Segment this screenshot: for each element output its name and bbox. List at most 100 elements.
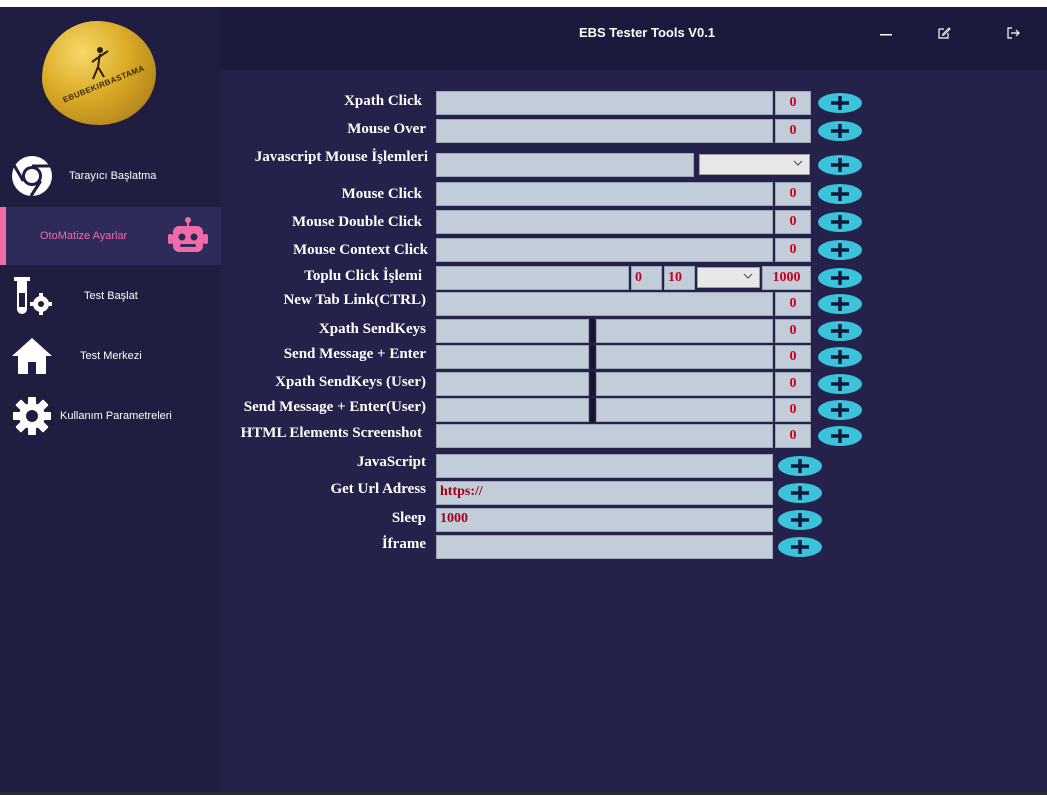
new-tab-link-label: New Tab Link(CTRL) (283, 292, 426, 308)
form-row-label: Get Url Adress (221, 481, 428, 507)
xpath-click-input[interactable] (436, 91, 773, 115)
gear-icon (10, 394, 54, 438)
add-xpath-sendkeys-user-button[interactable] (817, 373, 863, 395)
add-xpath-sendkeys-button[interactable] (817, 320, 863, 342)
field-divider (590, 398, 595, 422)
html-elements-screenshot-label: HTML Elements Screenshot (240, 425, 422, 441)
mouse-click-count[interactable]: 0 (775, 182, 811, 206)
chrome-icon (10, 154, 54, 198)
new-tab-link-count[interactable]: 0 (775, 292, 811, 316)
xpath-click-count[interactable]: 0 (775, 91, 811, 115)
html-elements-screenshot-count[interactable]: 0 (775, 424, 811, 448)
new-tab-link-input[interactable] (436, 292, 773, 316)
mouse-double-click-label: Mouse Double Click (291, 214, 422, 230)
sleep-value: 1000 (440, 511, 468, 526)
add-send-message-enter-user-button[interactable] (817, 399, 863, 421)
add-mouse-double-click-button[interactable] (817, 211, 863, 233)
javascript-mouse-select[interactable] (699, 154, 810, 175)
send-message-text-input[interactable] (596, 345, 773, 369)
form-row-label: Mouse Over (221, 121, 428, 147)
url-value: https:// (440, 484, 483, 499)
form-row-label: Mouse Context Click (221, 242, 428, 268)
send-message-enter-user-label: Send Message + Enter(User) (243, 399, 426, 415)
mouse-over-label: Mouse Over (347, 121, 426, 137)
toplu-click-label: Toplu Click İşlemi (304, 268, 422, 284)
add-send-message-enter-button[interactable] (817, 346, 863, 368)
xpath-sendkeys-user-label: Xpath SendKeys (User) (275, 374, 426, 390)
window-title: EBS Tester Tools V0.1 (578, 25, 716, 40)
sidebar-item-tarayici-baslatma[interactable]: Tarayıcı Başlatma (0, 147, 221, 205)
form-row-label: Send Message + Enter(User) (221, 399, 428, 425)
add-mouse-over-button[interactable] (817, 120, 863, 142)
app-window: EBUBEKIRBASTAMA Tarayıcı Başlatma OtoMat… (0, 7, 1047, 795)
field-divider (590, 319, 595, 343)
xpath-sendkeys-label: Xpath SendKeys (318, 321, 426, 337)
sidebar-item-test-baslat[interactable]: Test Başlat (0, 267, 221, 325)
send-message-user-xpath-input[interactable] (436, 398, 589, 422)
get-url-adress-input[interactable]: https:// (436, 481, 773, 505)
send-message-enter-user-count[interactable]: 0 (775, 398, 811, 422)
sidebar-item-label: Tarayıcı Başlatma (69, 170, 157, 182)
toplu-click-input[interactable] (436, 266, 629, 290)
add-html-elements-screenshot-button[interactable] (817, 425, 863, 447)
add-javascript-mouse-button[interactable] (817, 154, 863, 176)
xpath-sendkeys-text-input[interactable] (596, 319, 773, 343)
chevron-down-icon (793, 160, 803, 166)
field-divider (590, 372, 595, 396)
logout-button[interactable] (1002, 23, 1024, 43)
toplu-click-count[interactable]: 1000 (762, 266, 811, 290)
add-javascript-button[interactable] (777, 455, 823, 477)
mouse-over-count[interactable]: 0 (775, 119, 811, 143)
chevron-down-icon (743, 273, 753, 279)
send-message-enter-label: Send Message + Enter (283, 346, 426, 362)
form-row-label: Mouse Click (221, 186, 428, 212)
sidebar-item-test-merkezi[interactable]: Test Merkezi (0, 327, 221, 385)
toplu-click-select[interactable] (697, 267, 760, 288)
get-url-adress-label: Get Url Adress (330, 481, 426, 497)
javascript-mouse-label: Javascript Mouse İşlemleri (254, 149, 428, 165)
edit-button[interactable] (933, 23, 955, 43)
xpath-sendkeys-count[interactable]: 0 (775, 319, 811, 343)
add-iframe-button[interactable] (777, 536, 823, 558)
add-new-tab-link-button[interactable] (817, 293, 863, 315)
toplu-click-step[interactable]: 10 (664, 266, 695, 290)
send-message-xpath-input[interactable] (436, 345, 589, 369)
form-row-label: JavaScript (221, 454, 428, 480)
xpath-sendkeys-user-text-input[interactable] (596, 372, 773, 396)
mouse-click-input[interactable] (436, 182, 773, 206)
sleep-input[interactable]: 1000 (436, 508, 773, 532)
mouse-over-input[interactable] (436, 119, 773, 143)
add-xpath-click-button[interactable] (817, 92, 863, 114)
add-mouse-click-button[interactable] (817, 183, 863, 205)
sidebar-item-otomatize-ayarlar[interactable]: OtoMatize Ayarlar (0, 207, 221, 265)
mouse-context-click-input[interactable] (436, 238, 773, 262)
toplu-click-start[interactable]: 0 (631, 266, 662, 290)
form-row-label: İframe (221, 536, 428, 562)
mouse-click-label: Mouse Click (341, 186, 422, 202)
send-message-enter-count[interactable]: 0 (775, 345, 811, 369)
mouse-double-click-input[interactable] (436, 210, 773, 234)
javascript-input[interactable] (436, 454, 773, 478)
iframe-label: İframe (381, 536, 426, 552)
add-sleep-button[interactable] (777, 509, 823, 531)
add-mouse-context-click-button[interactable] (817, 239, 863, 261)
add-get-url-button[interactable] (777, 482, 823, 504)
minimize-button[interactable] (875, 23, 897, 43)
sidebar-item-kullanim-parametreleri[interactable]: Kullanım Parametreleri (0, 387, 221, 445)
lab-gear-icon (10, 274, 54, 318)
mouse-context-click-count[interactable]: 0 (775, 238, 811, 262)
xpath-sendkeys-user-count[interactable]: 0 (775, 372, 811, 396)
javascript-mouse-input[interactable] (436, 153, 694, 177)
xpath-sendkeys-user-xpath-input[interactable] (436, 372, 589, 396)
xpath-sendkeys-xpath-input[interactable] (436, 319, 589, 343)
iframe-input[interactable] (436, 535, 773, 559)
form-row-label: Xpath SendKeys (User) (221, 374, 428, 400)
edit-icon (938, 27, 951, 39)
xpath-click-label: Xpath Click (344, 93, 422, 109)
html-elements-screenshot-input[interactable] (436, 424, 773, 448)
mouse-double-click-count[interactable]: 0 (775, 210, 811, 234)
form-row-label: New Tab Link(CTRL) (221, 292, 428, 318)
send-message-user-text-input[interactable] (596, 398, 773, 422)
add-toplu-click-button[interactable] (817, 267, 863, 289)
form-row-label: Xpath SendKeys (221, 321, 428, 347)
